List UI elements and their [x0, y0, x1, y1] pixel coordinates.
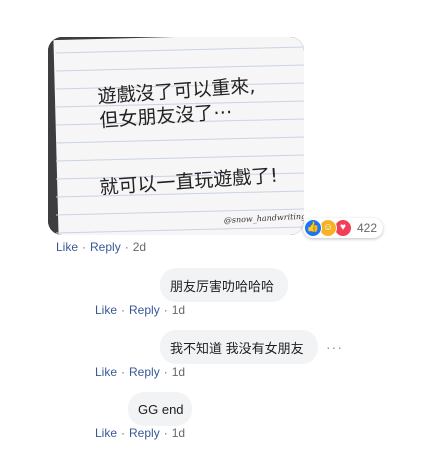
- post-actions: Like · Reply · 2d: [56, 240, 146, 254]
- separator-dot: ·: [163, 426, 168, 440]
- timestamp: 1d: [171, 303, 186, 317]
- reply-text: GG end: [138, 401, 184, 417]
- reply-bubble: 朋友厉害叻哈哈哈: [160, 268, 288, 302]
- separator-dot: ·: [121, 303, 126, 317]
- reply-text: 我不知道 我没有女朋友: [170, 340, 304, 356]
- reaction-count: 422: [357, 221, 378, 235]
- reactions-summary[interactable]: 👍 ☺ ♥ 422: [303, 218, 384, 238]
- reply-text: 朋友厉害叻哈哈哈: [170, 278, 275, 294]
- reply-bubble: GG end: [128, 392, 192, 426]
- post-photo[interactable]: 遊戲沒了可以重來, 但女朋友沒了⋯ 就可以一直玩遊戲了! @snow_handw…: [48, 37, 304, 235]
- reply-link[interactable]: Reply: [129, 365, 160, 379]
- like-reaction-icon: 👍: [304, 219, 322, 237]
- separator-dot: ·: [163, 365, 168, 379]
- reply-actions: Like · Reply · 1d: [95, 303, 185, 317]
- reply-link[interactable]: Reply: [90, 240, 121, 254]
- separator-dot: ·: [163, 303, 168, 317]
- timestamp: 1d: [171, 365, 186, 379]
- separator-dot: ·: [82, 240, 87, 254]
- reply-actions: Like · Reply · 1d: [95, 365, 185, 379]
- like-link[interactable]: Like: [95, 303, 117, 317]
- reply-link[interactable]: Reply: [129, 303, 160, 317]
- like-link[interactable]: Like: [95, 426, 117, 440]
- timestamp: 2d: [132, 240, 147, 254]
- reply-bubble: 我不知道 我没有女朋友: [160, 330, 318, 364]
- separator-dot: ·: [124, 240, 129, 254]
- like-link[interactable]: Like: [56, 240, 78, 254]
- reply-actions: Like · Reply · 1d: [95, 426, 185, 440]
- like-link[interactable]: Like: [95, 365, 117, 379]
- separator-dot: ·: [121, 426, 126, 440]
- separator-dot: ·: [121, 365, 126, 379]
- more-options-icon[interactable]: ···: [326, 339, 343, 355]
- timestamp: 1d: [171, 426, 186, 440]
- reply-link[interactable]: Reply: [129, 426, 160, 440]
